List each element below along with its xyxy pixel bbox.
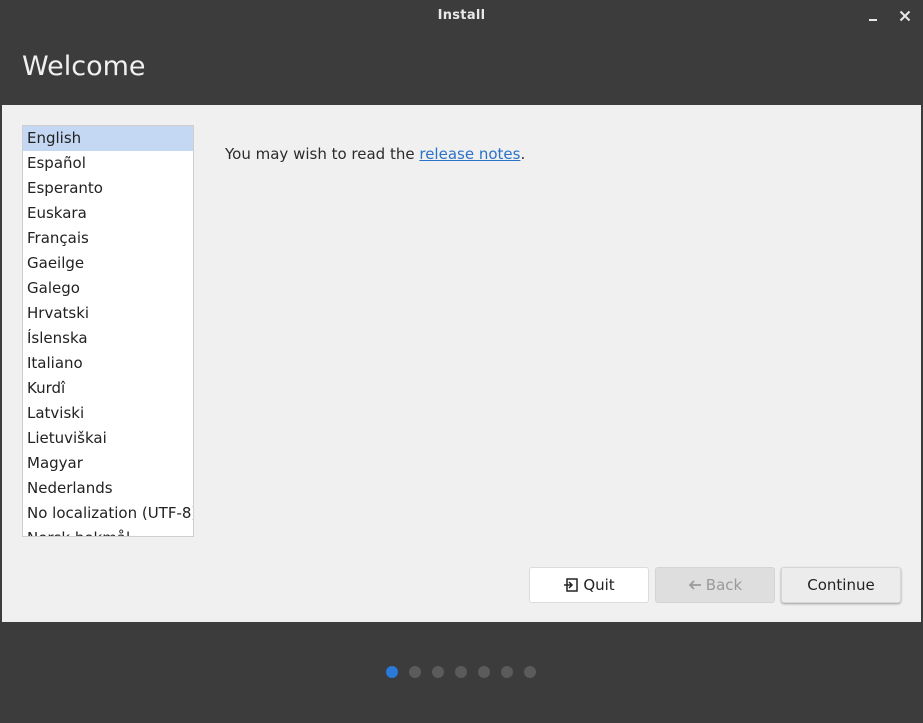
step-indicator xyxy=(386,666,536,678)
language-item[interactable]: English xyxy=(23,126,193,151)
close-icon xyxy=(899,10,911,22)
minimize-icon xyxy=(869,19,877,21)
back-label: Back xyxy=(705,576,743,594)
language-item[interactable]: Français xyxy=(23,226,193,251)
language-item[interactable]: Galego xyxy=(23,276,193,301)
notes-prefix: You may wish to read the xyxy=(225,145,420,163)
step-dot xyxy=(386,666,398,678)
continue-button[interactable]: Continue xyxy=(781,567,901,603)
language-item[interactable]: Español xyxy=(23,151,193,176)
language-item[interactable]: Esperanto xyxy=(23,176,193,201)
language-list[interactable]: English Español Esperanto Euskara Français Ga… xyxy=(22,125,194,537)
step-dot xyxy=(524,666,536,678)
window-title: Install xyxy=(437,8,486,23)
notes-suffix: . xyxy=(520,145,526,163)
language-item[interactable]: No localization (UTF-8) xyxy=(23,501,193,526)
step-dot xyxy=(501,666,513,678)
language-item[interactable]: Euskara xyxy=(23,201,193,226)
language-item[interactable]: Nederlands xyxy=(23,476,193,501)
back-button[interactable]: Back xyxy=(655,567,775,603)
quit-button[interactable]: Quit xyxy=(529,567,649,603)
language-item[interactable]: Hrvatski xyxy=(23,301,193,326)
step-dot xyxy=(409,666,421,678)
language-item[interactable]: Gaeilge xyxy=(23,251,193,276)
language-item[interactable]: Latviski xyxy=(23,401,193,426)
language-item[interactable]: Italiano xyxy=(23,351,193,376)
arrow-left-icon xyxy=(688,578,702,592)
language-item[interactable]: Lietuviškai xyxy=(23,426,193,451)
title-bar: Install xyxy=(0,0,923,32)
release-notes-link[interactable]: release notes xyxy=(419,145,520,163)
close-button[interactable] xyxy=(893,4,917,28)
language-item[interactable]: Kurdî xyxy=(23,376,193,401)
language-item[interactable]: Magyar xyxy=(23,451,193,476)
continue-label: Continue xyxy=(807,576,875,594)
page-title: Welcome xyxy=(22,51,146,82)
language-item[interactable]: Norsk bokmål xyxy=(23,526,193,536)
content-area: English Español Esperanto Euskara Français Ga… xyxy=(2,105,921,622)
minimize-button[interactable] xyxy=(861,4,885,28)
step-dot xyxy=(455,666,467,678)
release-notes-text: You may wish to read the release notes. xyxy=(225,145,525,163)
page-header: Welcome xyxy=(0,32,923,104)
quit-label: Quit xyxy=(583,576,615,594)
language-item[interactable]: Íslenska xyxy=(23,326,193,351)
quit-icon xyxy=(563,577,579,593)
step-dot xyxy=(478,666,490,678)
step-dot xyxy=(432,666,444,678)
